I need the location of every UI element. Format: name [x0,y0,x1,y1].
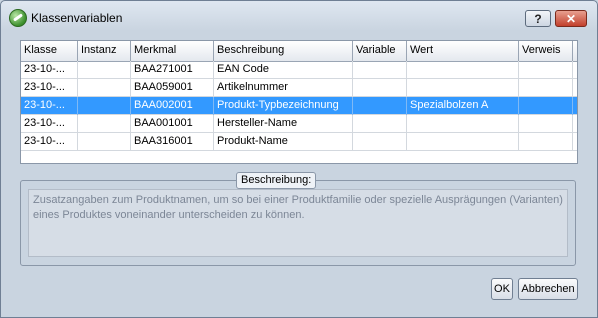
table-row[interactable]: 23-10-... BAA001001 Hersteller-Name [21,115,577,133]
class-variables-table[interactable]: Klasse Instanz Merkmal Beschreibung Vari… [20,40,578,164]
cell-klasse: 23-10-... [21,79,78,97]
cell-variable [353,133,407,151]
cell-wert[interactable]: Spezialbolzen A [407,97,519,115]
table-row-selected[interactable]: 23-10-... BAA002001 Produkt-Typbezeichnu… [21,97,577,115]
cell-variable [353,61,407,79]
cell-wert [407,115,519,133]
cell-merkmal: BAA002001 [131,97,214,115]
table-row[interactable]: 23-10-... BAA316001 Produkt-Name [21,133,577,151]
column-header-beschreibung[interactable]: Beschreibung [214,41,353,61]
close-button[interactable]: ✕ [555,10,587,27]
cell-variable [353,79,407,97]
cell-verweis [519,79,573,97]
help-button[interactable]: ? [525,10,551,27]
table-row[interactable]: 23-10-... BAA059001 Artikelnummer [21,79,577,97]
cell-variable [353,97,407,115]
column-header-verweis[interactable]: Verweis [519,41,573,61]
cell-instanz [78,79,131,97]
cell-wert [407,133,519,151]
table-row[interactable]: 23-10-... BAA271001 EAN Code [21,61,577,79]
title-bar[interactable]: Klassenvariablen ? ✕ [1,1,597,31]
column-header-klasse[interactable]: Klasse [21,41,78,61]
cell-wert [407,61,519,79]
cell-verweis [519,133,573,151]
cell-merkmal: BAA001001 [131,115,214,133]
cell-klasse: 23-10-... [21,97,78,115]
ok-button[interactable]: OK [491,278,513,300]
window-title: Klassenvariablen [31,11,123,25]
description-caption: Beschreibung: [236,172,317,189]
app-icon [9,9,27,27]
cell-klasse: 23-10-... [21,133,78,151]
cell-variable [353,115,407,133]
column-header-instanz[interactable]: Instanz [78,41,131,61]
cell-merkmal: BAA316001 [131,133,214,151]
cell-beschreibung: Produkt-Name [214,133,353,151]
column-header-variable[interactable]: Variable [353,41,407,61]
cell-wert [407,79,519,97]
cancel-button[interactable]: Abbrechen [518,278,578,300]
column-header-wert[interactable]: Wert [407,41,519,61]
cell-merkmal: BAA271001 [131,61,214,79]
description-text: Zusatzangaben zum Produktnamen, um so be… [28,189,568,257]
cell-instanz [78,97,131,115]
cell-klasse: 23-10-... [21,115,78,133]
cell-verweis [519,61,573,79]
cell-instanz [78,61,131,79]
cell-klasse: 23-10-... [21,61,78,79]
cell-instanz [78,133,131,151]
cell-beschreibung: EAN Code [214,61,353,79]
table-header: Klasse Instanz Merkmal Beschreibung Vari… [21,41,577,62]
column-header-merkmal[interactable]: Merkmal [131,41,214,61]
cell-beschreibung: Artikelnummer [214,79,353,97]
cell-verweis [519,115,573,133]
cell-beschreibung: Produkt-Typbezeichnung [214,97,353,115]
cell-beschreibung: Hersteller-Name [214,115,353,133]
cell-merkmal: BAA059001 [131,79,214,97]
cell-instanz [78,115,131,133]
cell-verweis [519,97,573,115]
